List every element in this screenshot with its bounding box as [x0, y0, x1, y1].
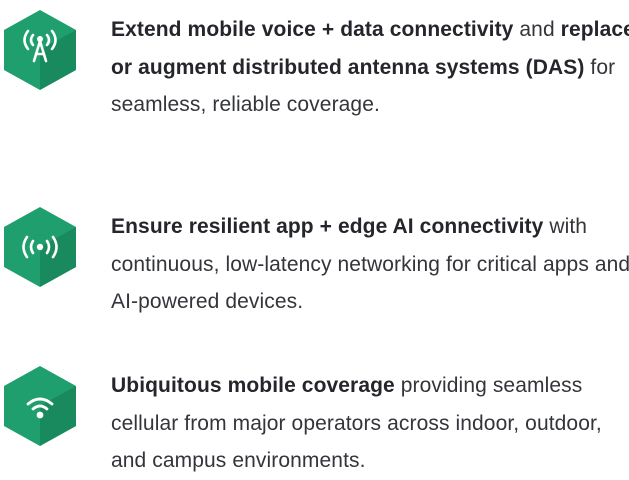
- feature-bold-text: Ensure resilient app + edge AI connectiv…: [111, 215, 544, 238]
- feature-text: Ubiquitous mobile coverage providing sea…: [111, 367, 629, 480]
- feature-bold-text: Ubiquitous mobile coverage: [111, 374, 395, 397]
- feature-text: Ensure resilient app + edge AI connectiv…: [111, 208, 629, 321]
- feature-rest-text: and: [513, 18, 561, 41]
- antenna-tower-icon: [4, 10, 76, 90]
- broadcast-signal-icon: [4, 207, 76, 287]
- feature-text: Extend mobile voice + data connectivity …: [111, 11, 629, 124]
- feature-bold-text: Extend mobile voice + data connectivity: [111, 18, 514, 41]
- wifi-icon: [4, 366, 76, 446]
